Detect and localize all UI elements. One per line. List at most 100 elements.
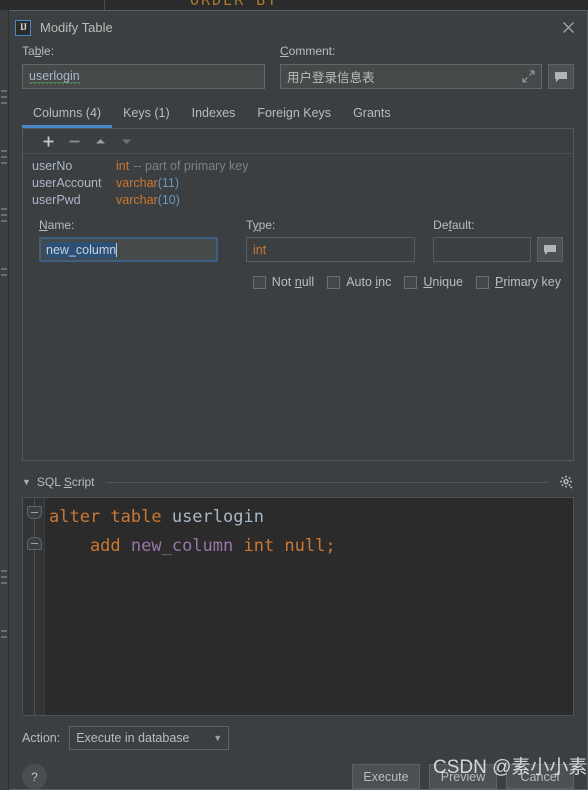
tab-columns[interactable]: Columns (4) (22, 102, 113, 128)
screen: ORDER BY IJ Modify Table Table: userlogi… (0, 0, 588, 790)
expand-icon[interactable] (522, 70, 535, 83)
comment-value: 用户登录信息表 (287, 71, 375, 85)
checkbox-label: Unique (423, 275, 463, 289)
help-button[interactable]: ? (22, 764, 47, 789)
type-value: int (253, 242, 267, 257)
type-field-block: Type: int (246, 218, 416, 262)
checkbox-label: Primary key (495, 275, 561, 289)
checkbox-box (404, 275, 418, 289)
gear-icon[interactable] (559, 475, 574, 490)
speech-bubble-icon (555, 71, 567, 82)
logo-text: IJ (19, 22, 27, 32)
column-editor-fields: Name: new_column Type: int Default: (23, 218, 573, 262)
comment-editor-button[interactable] (548, 64, 574, 89)
tab-keys[interactable]: Keys (1) (112, 102, 181, 128)
sql-editor[interactable]: alter table userlogin add new_column int… (22, 497, 574, 716)
comment-input[interactable]: 用户登录信息表 (280, 64, 542, 89)
column-name: userAccount (32, 176, 102, 190)
name-value: new_column (45, 241, 117, 258)
default-editor-button[interactable] (537, 237, 563, 262)
comment-label: Comment: (280, 44, 336, 58)
sql-script-section: ▼ SQL Script alter table userlogin add n… (22, 473, 574, 716)
table-name-input[interactable]: userlogin (22, 64, 265, 89)
remove-column-button[interactable] (61, 130, 87, 152)
sql-token: add (49, 536, 131, 556)
minus-icon (69, 140, 79, 142)
sql-token: int null; (233, 536, 336, 556)
text-caret (116, 242, 118, 257)
checkbox-box (252, 275, 266, 289)
name-label: Name: (39, 218, 75, 232)
default-input[interactable] (433, 237, 531, 262)
column-name: userPwd (32, 193, 81, 207)
default-row (433, 237, 563, 262)
modify-table-dialog: IJ Modify Table Table: userlogin Comment… (9, 10, 588, 790)
table-editor-tabs: Columns (4) Keys (1) Indexes Foreign Key… (9, 102, 587, 128)
dialog-footer: ? Execute Preview Cancel (9, 750, 587, 789)
columns-toolbar (23, 129, 573, 154)
chevron-down-icon: ▼ (213, 733, 223, 743)
tab-indexes[interactable]: Indexes (181, 102, 247, 128)
sql-token: userlogin (171, 507, 264, 527)
table-field-block: Table: userlogin (22, 44, 265, 89)
speech-bubble-icon (544, 244, 556, 255)
dialog-title: Modify Table (40, 20, 113, 35)
sql-editor-gutter (23, 498, 45, 715)
action-dropdown[interactable]: Execute in database ▼ (69, 726, 230, 750)
cancel-button[interactable]: Cancel (506, 764, 574, 789)
auto-inc-checkbox[interactable]: Auto inc (327, 275, 391, 289)
background-ide-strip: ORDER BY (0, 0, 588, 10)
move-up-button[interactable] (87, 130, 113, 152)
sql-code-text[interactable]: alter table userlogin add new_column int… (45, 498, 573, 715)
checkbox-label: Auto inc (346, 275, 392, 289)
intellij-logo-icon: IJ (15, 19, 31, 36)
default-field-block: Default: (433, 218, 563, 262)
column-type: int (116, 159, 130, 173)
comment-row: 用户登录信息表 (280, 64, 574, 89)
execute-button[interactable]: Execute (352, 764, 420, 789)
table-row[interactable]: userPwd varchar(10) (23, 192, 573, 209)
close-icon[interactable] (557, 17, 579, 39)
checkbox-label: Not null (271, 275, 315, 289)
section-divider (105, 481, 548, 483)
action-value: Execute in database (76, 731, 190, 745)
column-flags-row: Not null Auto inc Unique Primary key (23, 262, 573, 289)
unique-checkbox[interactable]: Unique (404, 275, 463, 289)
table-meta-fields: Table: userlogin Comment: 用户登录信息表 (9, 44, 587, 89)
sql-script-header: ▼ SQL Script (22, 473, 574, 491)
preview-button[interactable]: Preview (429, 764, 497, 789)
primary-key-checkbox[interactable]: Primary key (476, 275, 561, 289)
type-input[interactable]: int (246, 237, 416, 262)
column-type: varchar(10) (116, 193, 180, 207)
arrow-down-icon (121, 139, 131, 144)
table-row[interactable]: userNo int -- part of primary key (23, 158, 573, 175)
tab-foreign-keys[interactable]: Foreign Keys (246, 102, 342, 128)
background-sql-text: ORDER BY (190, 0, 279, 9)
arrow-up-icon (95, 138, 105, 143)
not-null-checkbox[interactable]: Not null (252, 275, 315, 289)
move-down-button[interactable] (113, 130, 139, 152)
sql-token: alter table (49, 507, 172, 527)
tab-grants[interactable]: Grants (342, 102, 402, 128)
table-label: Table: (22, 44, 55, 58)
chevron-down-icon[interactable]: ▼ (22, 477, 31, 487)
sql-script-title: SQL Script (36, 475, 95, 489)
background-left-rail (0, 10, 9, 790)
default-label: Default: (433, 218, 475, 232)
action-bar: Action: Execute in database ▼ (9, 716, 587, 750)
comment-field-block: Comment: 用户登录信息表 (280, 44, 574, 89)
add-column-button[interactable] (35, 130, 61, 152)
name-input[interactable]: new_column (39, 237, 218, 262)
table-row[interactable]: userAccount varchar(11) (23, 175, 573, 192)
columns-list[interactable]: userNo int -- part of primary key userAc… (23, 154, 573, 211)
column-editor: Name: new_column Type: int Default: Not … (23, 211, 573, 289)
column-name: userNo (32, 159, 73, 173)
name-field-block: Name: new_column (39, 218, 218, 262)
fold-marker-icon[interactable] (27, 506, 42, 519)
checkbox-box (476, 275, 489, 289)
background-divider (104, 0, 105, 10)
table-name-value: userlogin (29, 69, 80, 84)
column-note: -- part of primary key (133, 159, 249, 173)
column-type: varchar(11) (116, 176, 179, 190)
fold-marker-icon[interactable] (27, 537, 42, 550)
